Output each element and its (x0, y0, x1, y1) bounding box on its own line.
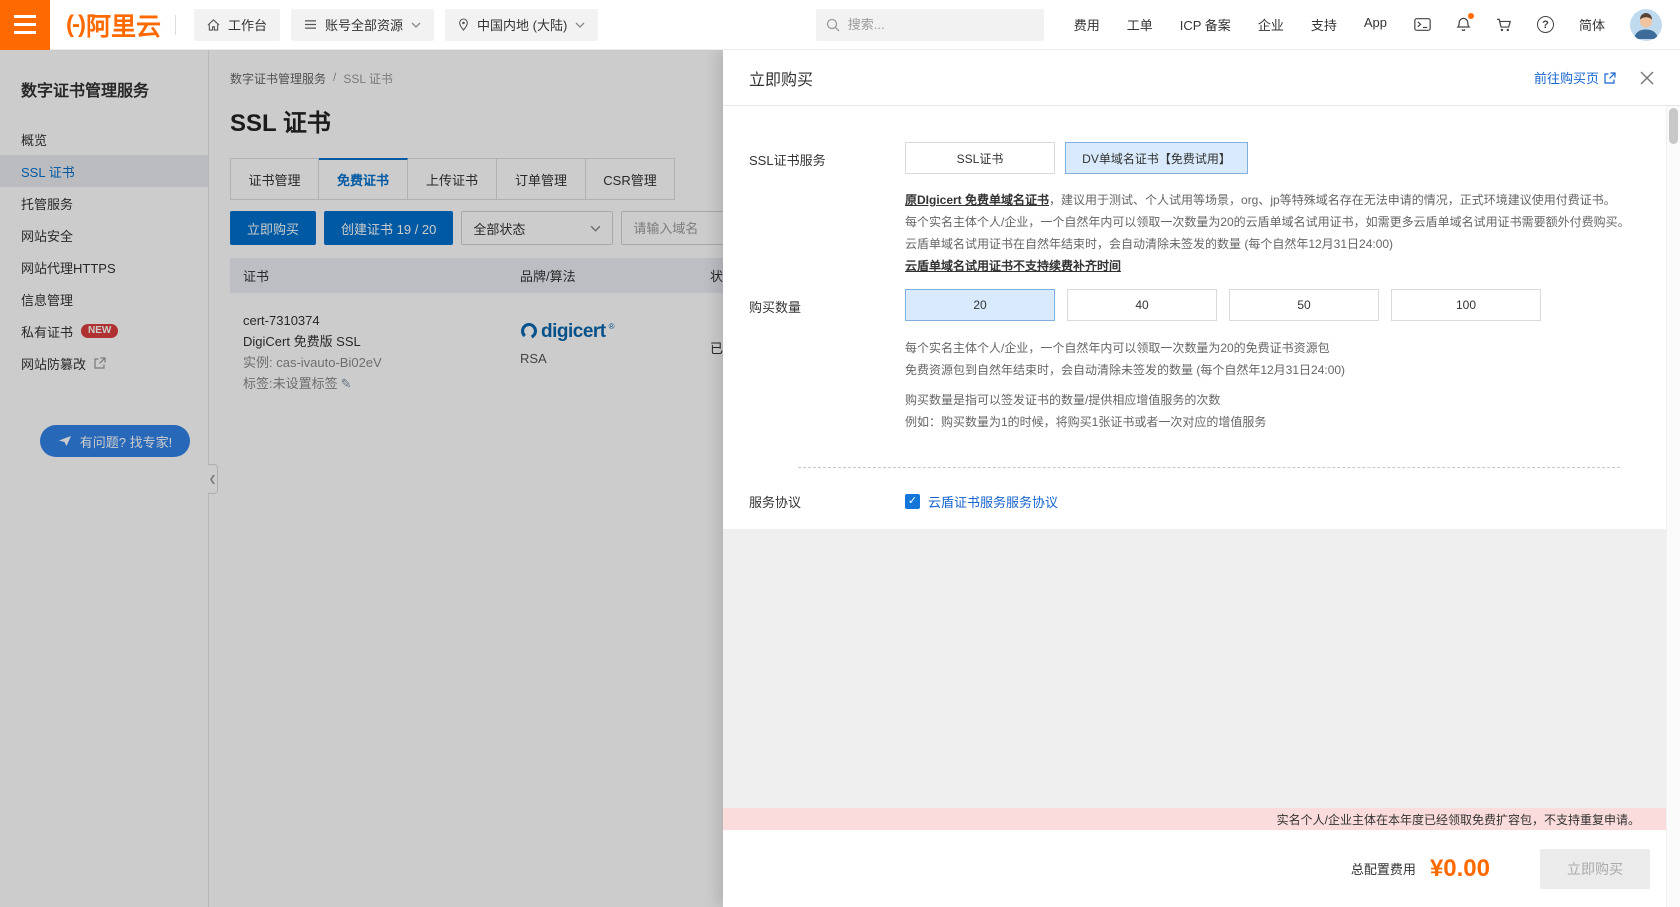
icp-filing-link[interactable]: ICP 备案 (1180, 15, 1231, 34)
enterprise-link[interactable]: 企业 (1258, 15, 1284, 34)
user-avatar[interactable] (1630, 9, 1662, 41)
external-link-icon (1604, 72, 1616, 84)
service-note-2: 每个实名主体个人/企业，一个自然年内可以领取一次数量为20的云盾单域名试用证书，… (905, 211, 1650, 233)
quantity-option-100[interactable]: 100 (1391, 289, 1541, 321)
avatar-face-icon (1630, 9, 1662, 41)
aliyun-logo[interactable]: (-) 阿里云 (66, 7, 161, 43)
purchase-form: SSL证书服务 SSL证书 DV单域名证书【免费试用】 原DIgicert 免费… (723, 106, 1680, 529)
workbench-button[interactable]: 工作台 (194, 9, 280, 41)
home-icon (207, 19, 220, 31)
chevron-down-icon (411, 22, 421, 28)
navbar-divider (175, 15, 176, 35)
cloudshell-button[interactable] (1414, 18, 1431, 31)
total-price: ¥0.00 (1430, 855, 1490, 883)
total-fee-label: 总配置费用 (1351, 859, 1416, 878)
resources-dropdown[interactable]: 账号全部资源 (291, 9, 434, 41)
quota-notice-text: 实名个人/企业主体在本年度已经领取免费扩容包，不支持重复申请。 (1277, 811, 1640, 828)
global-search[interactable] (816, 9, 1044, 41)
search-icon (826, 18, 840, 32)
drawer-header: 立即购买 前往购买页 (723, 50, 1680, 106)
quantity-note-3: 购买数量是指可以签发证书的数量/提供相应增值服务的次数 (905, 389, 1650, 411)
service-note-1: 原DIgicert 免费单域名证书，建议用于测试、个人试用等场景，org、jp等… (905, 189, 1650, 211)
option-dv-free-trial[interactable]: DV单域名证书【免费试用】 (1065, 142, 1248, 174)
search-input[interactable] (848, 17, 1034, 32)
quantity-note-4: 例如：购买数量为1的时候，将购买1张证书或者一次对应的增值服务 (905, 411, 1650, 433)
quantity-option-50[interactable]: 50 (1229, 289, 1379, 321)
quota-notice-bar: 实名个人/企业主体在本年度已经领取免费扩容包，不支持重复申请。 (723, 808, 1666, 830)
quantity-option-40[interactable]: 40 (1067, 289, 1217, 321)
tickets-link[interactable]: 工单 (1127, 15, 1153, 34)
service-notes: 原DIgicert 免费单域名证书，建议用于测试、个人试用等场景，org、jp等… (905, 189, 1650, 277)
aliyun-logo-text: 阿里云 (86, 7, 161, 43)
quantity-label: 购买数量 (749, 289, 905, 321)
service-note-4: 云盾单域名试用证书不支持续费补齐时间 (905, 255, 1650, 277)
hamburger-menu-button[interactable] (0, 0, 50, 50)
notifications-button[interactable] (1456, 17, 1471, 32)
app-link[interactable]: App (1364, 15, 1387, 34)
terminal-icon (1414, 18, 1431, 31)
option-ssl-certificate[interactable]: SSL证书 (905, 142, 1055, 174)
quantity-row: 购买数量 20 40 50 100 (749, 289, 1650, 321)
top-navbar: (-) 阿里云 工作台 账号全部资源 中国内地 (大陆) (0, 0, 1680, 50)
agreement-link[interactable]: 云盾证书服务服务协议 (928, 492, 1058, 511)
notification-dot (1468, 13, 1474, 19)
support-link[interactable]: 支持 (1311, 15, 1337, 34)
scrollbar-thumb[interactable] (1669, 108, 1678, 144)
navbar-right: 费用 工单 ICP 备案 企业 支持 App ? 简体 (816, 9, 1680, 41)
resource-list-icon (304, 19, 317, 30)
purchase-drawer: 立即购买 前往购买页 SSL证书服务 SSL证书 (723, 50, 1680, 907)
chevron-down-icon (575, 22, 585, 28)
billing-link[interactable]: 费用 (1074, 15, 1100, 34)
cart-icon (1496, 18, 1512, 32)
location-pin-icon (458, 18, 469, 31)
quantity-option-20[interactable]: 20 (905, 289, 1055, 321)
bell-icon (1456, 17, 1471, 32)
quantity-note-2: 免费资源包到自然年结束时，会自动清除未签发的数量 (每个自然年12月31日24:… (905, 359, 1650, 381)
navbar-links: 费用 工单 ICP 备案 企业 支持 App (1074, 15, 1387, 34)
section-divider (798, 467, 1620, 468)
goto-purchase-page-link[interactable]: 前往购买页 (1534, 68, 1616, 87)
submit-purchase-button[interactable]: 立即购买 (1540, 849, 1650, 889)
help-button[interactable]: ? (1537, 16, 1554, 33)
service-type-label: SSL证书服务 (749, 142, 905, 174)
region-dropdown[interactable]: 中国内地 (大陆) (445, 9, 598, 41)
navbar-icons: ? 简体 (1414, 9, 1662, 41)
drawer-scrollbar[interactable] (1666, 106, 1680, 907)
service-note-3: 云盾单域名试用证书在自然年结束时，会自动清除未签发的数量 (每个自然年12月31… (905, 233, 1650, 255)
aliyun-logo-mark-icon: (-) (66, 11, 84, 39)
cart-button[interactable] (1496, 18, 1512, 32)
workspace: 数字证书管理服务 概览 SSL 证书 托管服务 网站安全 网站代理HTTPS 信… (0, 50, 1680, 907)
question-mark-icon: ? (1537, 16, 1554, 33)
agreement-checkbox[interactable]: ✓ (905, 494, 920, 509)
quantity-note-1: 每个实名主体个人/企业，一个自然年内可以领取一次数量为20的免费证书资源包 (905, 337, 1650, 359)
close-icon[interactable] (1640, 71, 1654, 85)
drawer-footer: 总配置费用 ¥0.00 立即购买 (723, 830, 1680, 907)
drawer-body: SSL证书服务 SSL证书 DV单域名证书【免费试用】 原DIgicert 免费… (723, 106, 1680, 830)
agreement-label: 服务协议 (749, 492, 905, 511)
drawer-title: 立即购买 (749, 66, 813, 90)
quantity-notes: 每个实名主体个人/企业，一个自然年内可以领取一次数量为20的免费证书资源包 免费… (905, 337, 1650, 433)
language-selector[interactable]: 简体 (1579, 15, 1605, 34)
service-type-row: SSL证书服务 SSL证书 DV单域名证书【免费试用】 (749, 142, 1650, 174)
agreement-row: 服务协议 ✓ 云盾证书服务服务协议 (749, 492, 1650, 511)
